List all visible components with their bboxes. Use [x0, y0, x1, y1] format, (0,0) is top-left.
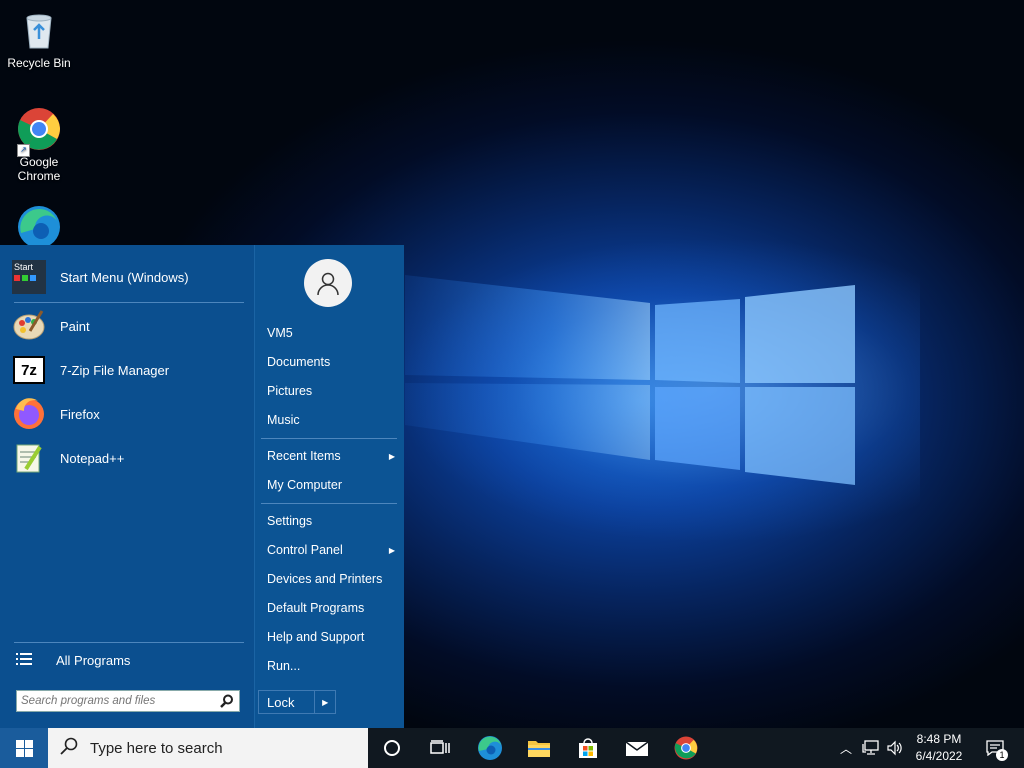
taskbar-search-box[interactable]: Type here to search	[48, 728, 368, 768]
task-view-icon	[430, 740, 450, 754]
taskbar-store-button[interactable]	[564, 728, 612, 768]
pinned-item-firefox[interactable]: Firefox	[12, 396, 100, 432]
chevron-right-icon: ▶	[388, 545, 395, 555]
start-menu-left-pane: Start Start Menu (Windows) Paint 7z 7-Zi	[0, 245, 254, 728]
menu-item-user[interactable]: VM5	[267, 322, 397, 344]
menu-item-pictures[interactable]: Pictures	[267, 380, 397, 402]
menu-item-my-computer[interactable]: My Computer	[267, 474, 397, 496]
notification-badge: 1	[996, 749, 1008, 761]
windows-icon	[15, 739, 33, 757]
pinned-item-label: Paint	[60, 318, 90, 334]
notepadpp-icon	[12, 441, 46, 475]
separator	[261, 503, 397, 504]
volume-icon	[887, 740, 902, 756]
cortana-icon	[384, 740, 400, 756]
start-menu-right-pane: VM5 Documents Pictures Music Recent Item…	[254, 245, 404, 728]
chevron-up-icon: ︿	[839, 741, 852, 756]
menu-item-devices-printers[interactable]: Devices and Printers	[267, 568, 397, 590]
chevron-right-icon[interactable]: ▶	[314, 691, 335, 713]
shortcut-arrow-icon: ↗	[17, 144, 30, 157]
start-menu-app-icon: Start	[12, 260, 46, 294]
menu-item-recent-items[interactable]: Recent Items ▶	[267, 445, 397, 467]
user-icon	[317, 272, 339, 296]
pinned-item-paint[interactable]: Paint	[12, 308, 90, 344]
edge-icon	[17, 205, 61, 249]
recycle-bin-icon	[17, 8, 61, 52]
menu-item-documents[interactable]: Documents	[267, 351, 397, 373]
volume-tray-icon[interactable]	[884, 728, 906, 768]
taskbar: Type here to search ︿ 8:48 PM 6/4/2022 1	[0, 728, 1024, 768]
menu-item-default-programs[interactable]: Default Programs	[267, 597, 397, 619]
start-button[interactable]	[0, 728, 48, 768]
search-icon[interactable]	[220, 694, 234, 713]
chrome-icon	[674, 736, 698, 760]
menu-item-music[interactable]: Music	[267, 409, 397, 431]
separator	[261, 438, 397, 439]
user-avatar[interactable]	[304, 259, 352, 307]
folder-icon	[528, 741, 550, 757]
edge-icon	[478, 736, 502, 760]
mail-icon	[625, 741, 649, 756]
pinned-item-7zip[interactable]: 7z 7-Zip File Manager	[12, 352, 169, 388]
start-menu: Start Start Menu (Windows) Paint 7z 7-Zi	[0, 245, 404, 728]
network-icon	[862, 740, 879, 755]
firefox-icon	[12, 397, 46, 431]
pinned-item-label: Firefox	[60, 406, 100, 422]
pinned-item-notepadpp[interactable]: Notepad++	[12, 440, 124, 476]
all-programs-label: All Programs	[56, 652, 131, 668]
start-search-input[interactable]	[21, 692, 211, 710]
chevron-right-icon: ▶	[388, 451, 395, 461]
taskbar-edge-button[interactable]	[466, 728, 514, 768]
pinned-item-start-menu-windows[interactable]: Start Start Menu (Windows)	[12, 259, 189, 295]
list-icon	[16, 652, 40, 669]
desktop-icon-label: Google Chrome	[17, 155, 61, 183]
show-hidden-icons-button[interactable]: ︿	[836, 728, 856, 768]
action-center-button[interactable]: 1	[980, 728, 1010, 768]
cortana-button[interactable]	[368, 728, 416, 768]
desktop-icon-google-chrome[interactable]: ↗ Google Chrome	[0, 107, 78, 183]
taskbar-file-explorer-button[interactable]	[515, 728, 563, 768]
menu-item-run[interactable]: Run...	[267, 655, 397, 677]
7zip-icon: 7z	[12, 353, 46, 387]
clock-date: 6/4/2022	[915, 749, 963, 763]
lock-button[interactable]: Lock ▶	[258, 690, 336, 714]
desktop-icon-recycle-bin[interactable]: Recycle Bin	[0, 8, 78, 70]
taskbar-chrome-button[interactable]	[662, 728, 710, 768]
taskbar-mail-button[interactable]	[613, 728, 661, 768]
desktop-icon-label: Recycle Bin	[7, 56, 71, 70]
taskbar-search-text: Type here to search	[90, 739, 223, 757]
network-tray-icon[interactable]	[859, 728, 883, 768]
wallpaper-glow	[400, 240, 920, 540]
task-view-button[interactable]	[416, 728, 464, 768]
start-search-box[interactable]	[16, 690, 240, 712]
menu-item-control-panel[interactable]: Control Panel ▶	[267, 539, 397, 561]
pinned-item-label: 7-Zip File Manager	[60, 362, 170, 378]
separator	[14, 302, 244, 303]
paint-icon	[12, 309, 46, 343]
all-programs-button[interactable]: All Programs	[16, 642, 130, 678]
menu-item-help-support[interactable]: Help and Support	[267, 626, 397, 648]
pinned-item-label: Start Menu (Windows)	[60, 269, 189, 285]
clock-time: 8:48 PM	[916, 732, 962, 746]
taskbar-clock[interactable]: 8:48 PM 6/4/2022	[905, 731, 973, 765]
search-icon	[60, 737, 78, 759]
menu-item-settings[interactable]: Settings	[267, 510, 397, 532]
store-icon	[579, 738, 597, 758]
pinned-item-label: Notepad++	[60, 450, 125, 466]
chrome-icon: ↗	[17, 107, 61, 157]
